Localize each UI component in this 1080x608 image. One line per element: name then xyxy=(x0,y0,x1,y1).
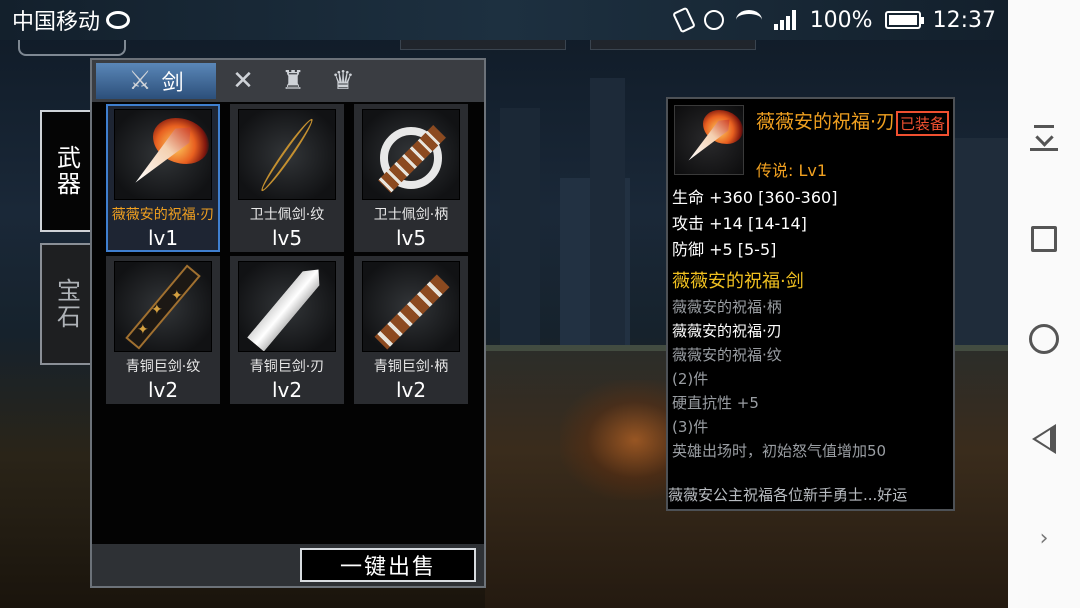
bronze-engraving-icon: ✦ ✦ ✦ xyxy=(114,261,212,352)
item-name: 青铜巨剑·刃 xyxy=(249,359,325,375)
wifi-icon xyxy=(735,10,762,30)
item-description: 薇薇安公主祝福各位新手勇士...好运 xyxy=(668,486,908,504)
item-name: 薇薇安的祝福·刃 xyxy=(111,207,215,223)
tab-sword-label: 剑 xyxy=(161,71,184,96)
tab-weapons[interactable]: 武器 xyxy=(40,110,92,232)
item-level: lv5 xyxy=(395,226,427,250)
stat-defense: 防御 +5 [5-5] xyxy=(672,240,777,259)
item-detail-panel: 薇薇安的祝福·刃 已装备 传说: Lv1 生命 +360 [360-360] 攻… xyxy=(666,97,955,511)
tab-helmet[interactable]: ♛ xyxy=(320,63,366,99)
tab-gems[interactable]: 宝石 xyxy=(40,243,92,365)
square-icon xyxy=(1031,226,1057,253)
set-piece-blade: 薇薇安的祝福·刃 xyxy=(672,322,782,340)
set-bonus-3-header: (3)件 xyxy=(672,418,709,436)
item-name: 青铜巨剑·柄 xyxy=(373,359,449,375)
item-slot[interactable]: 薇薇安的祝福·刃 lv1 xyxy=(106,104,220,252)
battery-percent: 100% xyxy=(809,7,873,33)
sword-icon: ⚔ xyxy=(128,66,152,96)
item-slot[interactable]: 卫士佩剑·柄 lv5 xyxy=(354,104,468,252)
pull-down-icon xyxy=(1030,124,1058,151)
item-slot[interactable]: ✦ ✦ ✦ 青铜巨剑·纹 lv2 xyxy=(106,256,220,404)
inventory-panel: ⚔ 剑 ✕ ♜ ♛ 薇薇安的祝福·刃 lv1 卫士佩剑·纹 lv5 卫士佩剑·柄… xyxy=(90,58,486,588)
item-slot[interactable]: 卫士佩剑·纹 lv5 xyxy=(230,104,344,252)
item-name: 卫士佩剑·纹 xyxy=(249,207,325,223)
tab-gems-label: 宝石 xyxy=(52,278,81,330)
chevron-right-icon[interactable]: › xyxy=(1027,521,1061,555)
alarm-icon xyxy=(703,10,724,30)
item-name: 卫士佩剑·柄 xyxy=(373,207,449,223)
bronze-hilt-icon xyxy=(362,261,460,352)
battery-icon xyxy=(884,11,924,29)
helmet-icon: ♛ xyxy=(331,66,355,96)
category-tabs: ⚔ 剑 ✕ ♜ ♛ xyxy=(92,60,484,102)
tab-crossed-swords[interactable]: ✕ xyxy=(220,63,266,99)
signal-icon xyxy=(773,10,798,30)
tab-armor[interactable]: ♜ xyxy=(270,63,316,99)
circle-icon xyxy=(1029,323,1059,354)
carrier-name: 中国移动 xyxy=(12,10,101,35)
set-title: 薇薇安的祝福·剑 xyxy=(672,271,804,292)
item-level: lv2 xyxy=(147,378,179,402)
back-button-frame[interactable] xyxy=(18,38,126,56)
engraved-blade-icon xyxy=(238,109,336,200)
bronze-blade-icon xyxy=(238,261,336,352)
set-bonus-2-header: (2)件 xyxy=(672,370,709,388)
back-button[interactable] xyxy=(1027,422,1061,456)
set-bonus-3: 英雄出场时，初始怒气值增加50 xyxy=(672,442,887,460)
status-bar: 中国移动 100% 12:37 xyxy=(0,0,1008,40)
item-level: lv5 xyxy=(271,226,303,250)
item-level: lv2 xyxy=(271,378,303,402)
notification-pull-button[interactable] xyxy=(1027,123,1061,157)
item-slot[interactable]: 青铜巨剑·柄 lv2 xyxy=(354,256,468,404)
armor-icon: ♜ xyxy=(281,66,305,96)
triangle-back-icon xyxy=(1032,423,1056,454)
fire-blade-icon xyxy=(674,105,744,175)
home-button[interactable] xyxy=(1027,322,1061,356)
vibrate-icon xyxy=(671,6,696,34)
stat-attack: 攻击 +14 [14-14] xyxy=(672,214,807,233)
item-level: lv2 xyxy=(395,378,427,402)
tab-sword[interactable]: ⚔ 剑 xyxy=(96,63,216,99)
equipped-badge: 已装备 xyxy=(896,111,949,136)
system-nav-bar: › xyxy=(1008,0,1080,608)
weibo-icon xyxy=(106,11,131,29)
detail-grade: 传说: Lv1 xyxy=(756,161,828,180)
set-bonus-2: 硬直抗性 +5 xyxy=(672,394,759,412)
fire-blade-icon xyxy=(114,109,212,200)
item-grid: 薇薇安的祝福·刃 lv1 卫士佩剑·纹 lv5 卫士佩剑·柄 lv5 ✦ ✦ ✦… xyxy=(106,104,470,404)
recents-button[interactable] xyxy=(1027,222,1061,256)
crossed-swords-icon: ✕ xyxy=(232,66,254,96)
hilt-ring-icon xyxy=(362,109,460,200)
item-slot[interactable]: 青铜巨剑·刃 lv2 xyxy=(230,256,344,404)
item-level: lv1 xyxy=(147,226,179,250)
inventory-footer: 一键出售 xyxy=(92,544,484,586)
detail-item-name: 薇薇安的祝福·刃 xyxy=(756,111,896,133)
tab-weapons-label: 武器 xyxy=(52,145,81,197)
set-piece-hilt: 薇薇安的祝福·柄 xyxy=(672,298,782,316)
clock: 12:37 xyxy=(932,7,996,33)
stat-hp: 生命 +360 [360-360] xyxy=(672,188,838,207)
set-piece-engraving: 薇薇安的祝福·纹 xyxy=(672,346,782,364)
item-name: 青铜巨剑·纹 xyxy=(125,359,201,375)
sell-all-button[interactable]: 一键出售 xyxy=(300,548,476,582)
